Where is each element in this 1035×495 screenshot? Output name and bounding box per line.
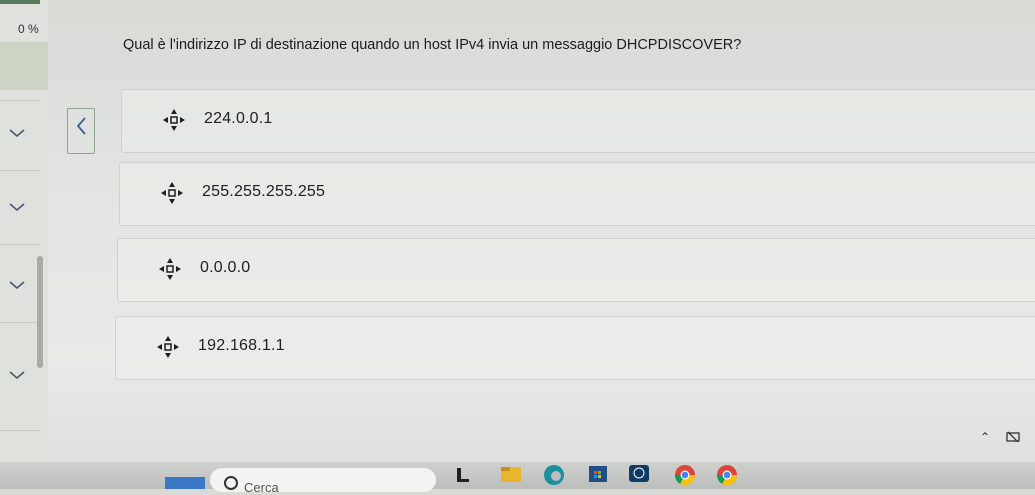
chevron-down-icon[interactable]: [6, 200, 28, 214]
chrome-icon[interactable]: [716, 464, 738, 491]
option-label: 0.0.0.0: [200, 259, 251, 276]
answer-option[interactable]: 255.255.255.255: [119, 162, 1035, 226]
chevron-down-icon[interactable]: [6, 278, 28, 292]
taskbar-search[interactable]: Cerca: [210, 468, 436, 495]
progress-label: 0 %: [18, 22, 39, 36]
drag-handle-icon: [162, 108, 186, 132]
progress-bar: [0, 0, 40, 4]
sidebar-divider: [0, 170, 40, 171]
folder-icon[interactable]: [500, 464, 522, 489]
file-explorer-icon[interactable]: [455, 464, 471, 489]
answer-option[interactable]: 192.168.1.1: [115, 316, 1035, 380]
option-label: 224.0.0.1: [204, 110, 273, 127]
chrome-icon[interactable]: [674, 464, 696, 491]
network-icon[interactable]: [1006, 430, 1020, 444]
scrollbar-thumb[interactable]: [37, 256, 43, 368]
dell-icon[interactable]: [628, 464, 650, 489]
store-icon[interactable]: [588, 464, 608, 489]
answer-option[interactable]: 0.0.0.0: [117, 238, 1035, 302]
sidebar-divider: [0, 430, 40, 431]
windows-start-icon[interactable]: [165, 477, 205, 489]
drag-handle-icon: [160, 181, 184, 205]
chevron-down-icon[interactable]: [6, 368, 28, 382]
option-label: 192.168.1.1: [198, 337, 285, 354]
sidebar-divider: [0, 100, 40, 101]
sidebar-divider: [0, 244, 40, 245]
question-text: Qual è l'indirizzo IP di destinazione qu…: [123, 37, 742, 53]
drag-handle-icon: [158, 257, 182, 281]
drag-handle-icon: [156, 335, 180, 359]
search-icon: [224, 476, 238, 490]
sidebar: 0 %: [0, 0, 48, 470]
option-label: 255.255.255.255: [202, 183, 326, 200]
answer-option[interactable]: 224.0.0.1: [121, 89, 1035, 153]
search-placeholder: Cerca: [244, 480, 279, 495]
taskbar: Cerca: [0, 462, 1035, 495]
chevron-up-icon[interactable]: ⌃: [980, 430, 990, 444]
back-button[interactable]: [67, 108, 95, 154]
edge-icon[interactable]: [543, 464, 565, 491]
progress-panel: [0, 42, 48, 90]
chevron-down-icon[interactable]: [6, 126, 28, 140]
chevron-left-icon: [76, 117, 86, 135]
sidebar-divider: [0, 322, 40, 323]
